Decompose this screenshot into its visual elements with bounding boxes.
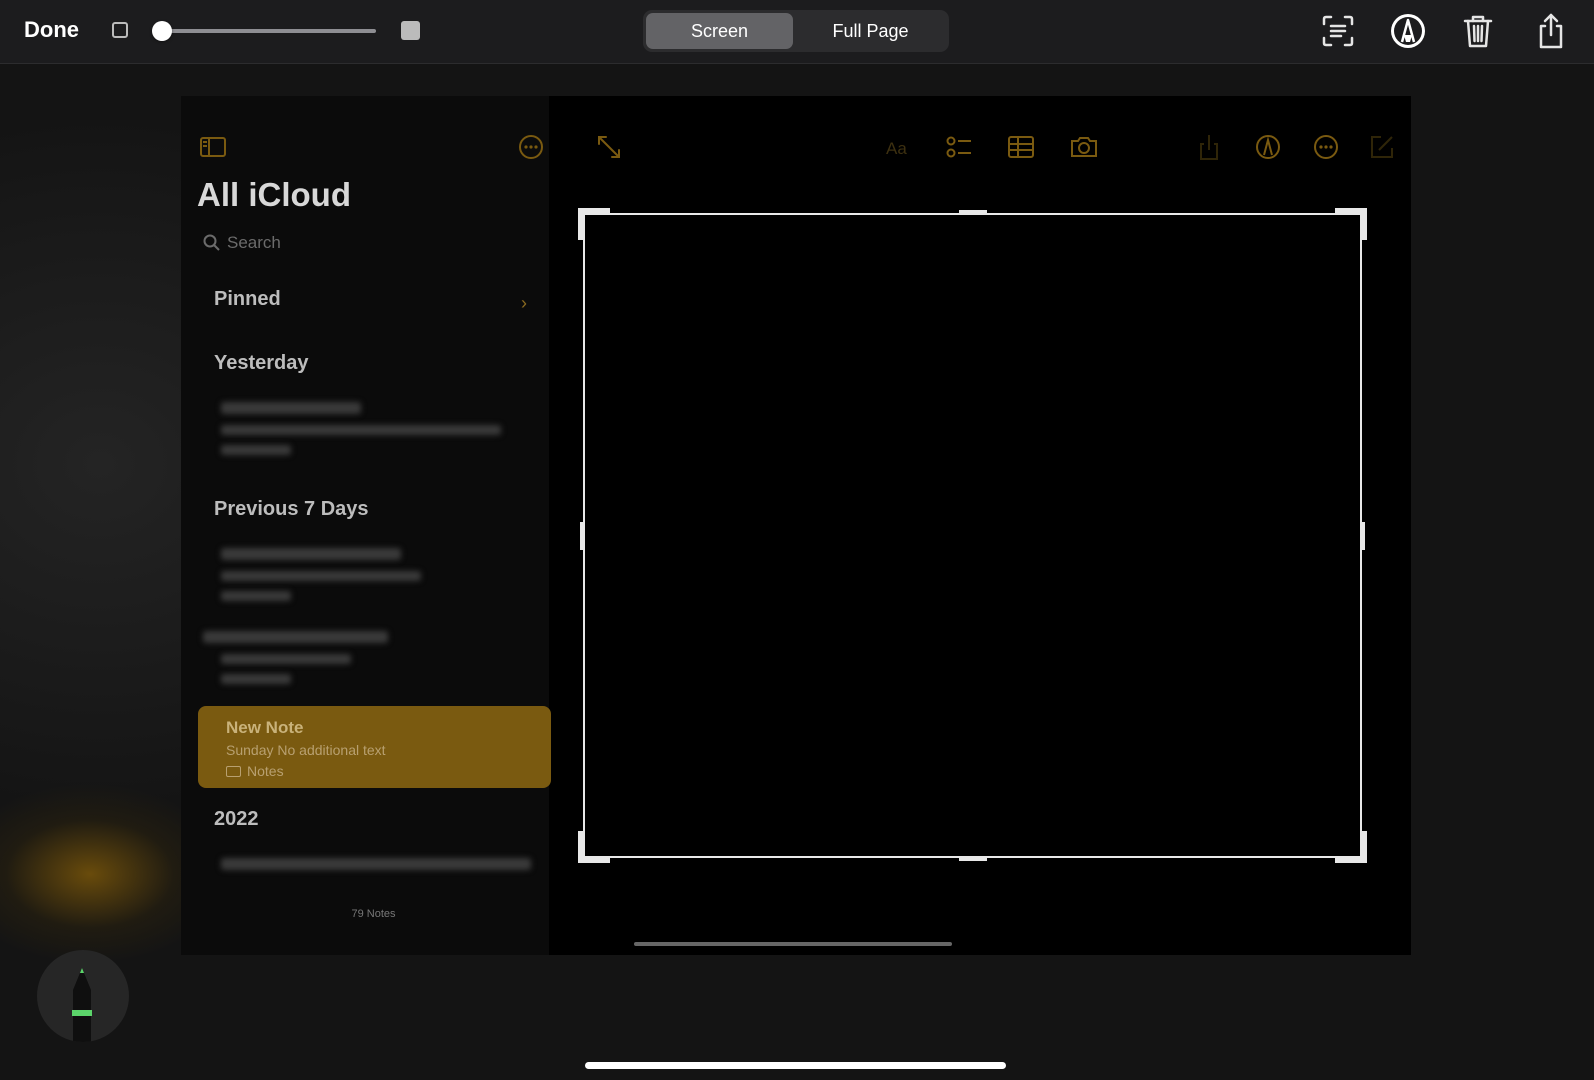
markup-icon — [1253, 132, 1283, 162]
trash-icon[interactable] — [1459, 12, 1497, 50]
blurred-note-title — [221, 402, 361, 414]
note-title: New Note — [226, 718, 304, 737]
markup-toolbar: Done Screen Full Page — [0, 0, 1594, 64]
folder-icon — [226, 766, 241, 777]
selected-note: New Note Sunday No additional text Notes — [198, 706, 551, 788]
table-icon — [1006, 132, 1036, 162]
pencil-icon — [72, 968, 92, 1042]
chevron-right-icon: › — [521, 293, 527, 313]
crop-frame[interactable] — [578, 208, 1367, 863]
markup-icon[interactable] — [1389, 12, 1427, 50]
done-button[interactable]: Done — [24, 17, 79, 43]
expand-icon — [594, 132, 624, 162]
blurred-note-folder — [221, 591, 291, 601]
screenshot-home-indicator — [634, 942, 952, 946]
note-folder: Notes — [226, 763, 284, 779]
text-format-icon: Aa — [884, 132, 914, 162]
section-pinned: Pinned — [214, 288, 281, 310]
ellipsis-circle-icon — [1311, 132, 1341, 162]
crop-handle-right[interactable] — [1360, 521, 1365, 550]
sidebar-title: All iCloud — [197, 176, 351, 213]
blurred-note-preview — [221, 654, 351, 664]
section-previous-7-days: Previous 7 Days — [214, 498, 369, 520]
blurred-note-folder — [221, 445, 291, 455]
crop-handle-top-right[interactable] — [1335, 208, 1367, 240]
note-folder-label: Notes — [247, 763, 284, 779]
share-icon[interactable] — [1532, 12, 1570, 50]
section-yesterday: Yesterday — [214, 352, 309, 374]
sidebar-icon — [198, 132, 228, 162]
ellipsis-circle-icon — [516, 132, 546, 162]
blurred-note-folder — [221, 674, 291, 684]
screen-tab[interactable]: Screen — [646, 13, 793, 49]
pen-size-slider-thumb[interactable] — [152, 21, 172, 41]
notes-sidebar: All iCloud Search Pinned › Yesterday Pre… — [181, 96, 551, 955]
notes-count: 79 Notes — [351, 908, 396, 920]
text-recognition-icon[interactable] — [1319, 12, 1357, 50]
pencil-tool-button[interactable] — [37, 950, 129, 1042]
checklist-icon — [944, 132, 974, 162]
crop-handle-top[interactable] — [958, 210, 987, 215]
capture-mode-segmented-control: Screen Full Page — [643, 10, 949, 52]
crop-handle-bottom-left[interactable] — [578, 831, 610, 863]
blurred-note-preview — [221, 571, 421, 581]
crop-handle-top-left[interactable] — [578, 208, 610, 240]
share-icon — [1194, 132, 1224, 162]
blurred-note-title — [221, 548, 401, 560]
crop-handle-left[interactable] — [580, 521, 585, 550]
section-2022: 2022 — [214, 808, 259, 830]
crop-handle-bottom-right[interactable] — [1335, 831, 1367, 863]
note-subtitle: Sunday No additional text — [226, 742, 386, 758]
screenshot-preview: All iCloud Search Pinned › Yesterday Pre… — [181, 96, 1411, 955]
small-size-icon — [112, 22, 128, 38]
full-page-tab[interactable]: Full Page — [795, 13, 946, 49]
crop-handle-bottom[interactable] — [958, 856, 987, 861]
blurred-note-title — [221, 858, 531, 870]
blurred-note-title — [203, 631, 388, 643]
compose-icon — [1367, 132, 1397, 162]
camera-icon — [1069, 132, 1099, 162]
search-icon — [203, 234, 220, 251]
svg-text:Aa: Aa — [886, 139, 907, 158]
blurred-note-preview — [221, 425, 501, 435]
search-placeholder: Search — [227, 233, 281, 252]
home-indicator — [585, 1062, 1006, 1069]
large-size-icon — [401, 21, 420, 40]
pen-size-slider[interactable] — [162, 29, 376, 33]
